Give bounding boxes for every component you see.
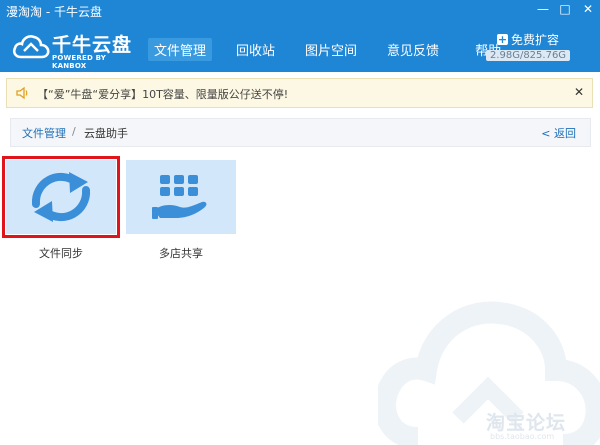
breadcrumb-current: 云盘助手 xyxy=(84,127,128,140)
free-expand-button[interactable]: + 免费扩容 xyxy=(486,31,570,48)
breadcrumb-separator: / xyxy=(72,125,76,138)
window-title: 漫淘淘 - 千牛云盘 xyxy=(6,5,102,19)
window-titlebar: 漫淘淘 - 千牛云盘 — □ ✕ xyxy=(0,0,600,22)
tool-label-file-sync: 文件同步 xyxy=(39,247,83,260)
maximize-button[interactable]: □ xyxy=(554,0,576,17)
close-window-button[interactable]: ✕ xyxy=(576,0,600,17)
cloud-logo-icon xyxy=(12,35,50,59)
app-logo: 千牛云盘 POWERED BY KANBOX xyxy=(12,28,137,70)
tile-selection-outline xyxy=(2,156,120,238)
main-nav: 文件管理 回收站 图片空间 意见反馈 帮助 xyxy=(148,38,525,61)
storage-widget: + 免费扩容 2.98G/825.76G xyxy=(486,31,570,61)
minimize-button[interactable]: — xyxy=(532,0,554,17)
free-expand-label: 免费扩容 xyxy=(510,33,559,47)
breadcrumb-root-link[interactable]: 文件管理 xyxy=(22,125,66,141)
plus-icon: + xyxy=(496,33,508,46)
nav-feedback[interactable]: 意见反馈 xyxy=(381,38,445,61)
shop-share-icon xyxy=(152,175,207,219)
app-header: 千牛云盘 POWERED BY KANBOX 文件管理 回收站 图片空间 意见反… xyxy=(0,22,600,72)
nav-recycle-bin[interactable]: 回收站 xyxy=(230,38,281,61)
window-controls: — □ ✕ xyxy=(532,0,600,18)
notice-bar: 【“爱”牛盘“爱分享】10T容量、限量版公仔送不停! ✕ xyxy=(6,78,593,108)
watermark-text: 淘宝论坛 xyxy=(486,412,567,434)
notice-text: 【“爱”牛盘“爱分享】10T容量、限量版公仔送不停! xyxy=(37,88,289,101)
nav-file-management[interactable]: 文件管理 xyxy=(148,38,213,61)
storage-usage-bar: 2.98G/825.76G xyxy=(486,50,570,61)
tool-tile-shop-share[interactable] xyxy=(126,160,236,234)
tool-label-shop-share: 多店共享 xyxy=(159,247,203,260)
breadcrumb: 文件管理 / 云盘助手 < 返回 xyxy=(10,118,591,147)
nav-image-space[interactable]: 图片空间 xyxy=(299,38,363,61)
back-link[interactable]: < 返回 xyxy=(541,125,576,141)
speaker-icon xyxy=(16,86,28,100)
brand-powered-by: POWERED BY KANBOX xyxy=(52,54,107,70)
notice-close-button[interactable]: ✕ xyxy=(574,85,584,99)
watermark-url: bbs.taobao.com xyxy=(490,432,555,441)
brand-name: 千牛云盘 xyxy=(52,34,133,56)
